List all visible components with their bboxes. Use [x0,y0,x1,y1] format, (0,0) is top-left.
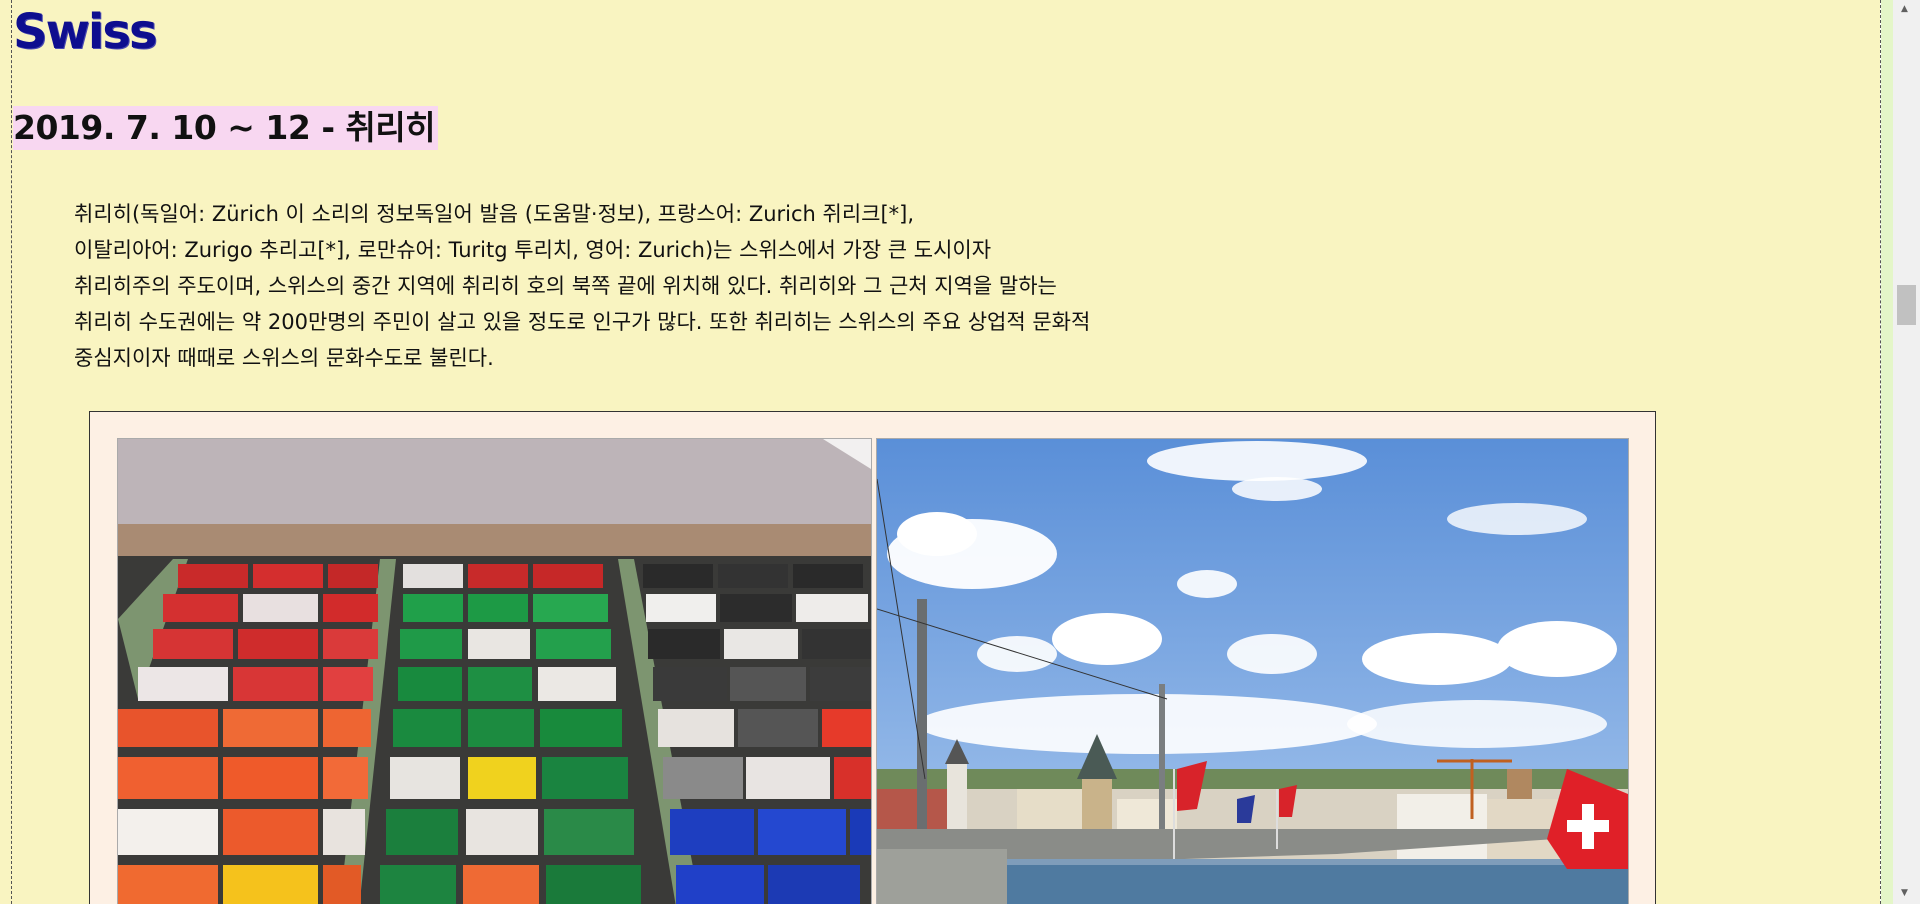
article-line: 취리히 수도권에는 약 200만명의 주민이 살고 있을 정도로 인구가 많다.… [74,310,1091,334]
site-title: Swiss [13,4,158,60]
article-line: 취리히주의 주도이며, 스위스의 중간 지역에 취리히 호의 북쪽 끝에 위치해… [74,274,1057,298]
left-dashed-border [11,0,12,904]
photo-gallery [89,411,1656,904]
scroll-up-icon[interactable]: ▲ [1901,4,1908,14]
article-line: 중심지이자 때때로 스위스의 문화수도로 불린다. [74,346,494,370]
side-margin [1881,0,1893,904]
page: Swiss 2019. 7. 10 ~ 12 - 취리히 취리히(독일어: Zü… [0,0,1880,904]
article-text: 취리히(독일어: Zürich 이 소리의 정보독일어 발음 (도움말·정보),… [74,196,1334,376]
wallets-image [118,439,871,904]
lake-bridge-image [877,439,1628,904]
article-line: 이탈리아어: Zurigo 추리고[*], 로만슈어: Turitg 투리치, … [74,238,992,262]
article-line: 취리히(독일어: Zürich 이 소리의 정보독일어 발음 (도움말·정보),… [74,202,915,226]
scrollbar-thumb[interactable] [1897,285,1916,325]
photo-wallets[interactable] [117,438,872,904]
scroll-down-icon[interactable]: ▼ [1901,888,1908,898]
vertical-scrollbar[interactable]: ▲ ▼ [1893,0,1920,904]
photo-lake-bridge[interactable] [876,438,1629,904]
section-title: 2019. 7. 10 ~ 12 - 취리히 [13,106,439,150]
